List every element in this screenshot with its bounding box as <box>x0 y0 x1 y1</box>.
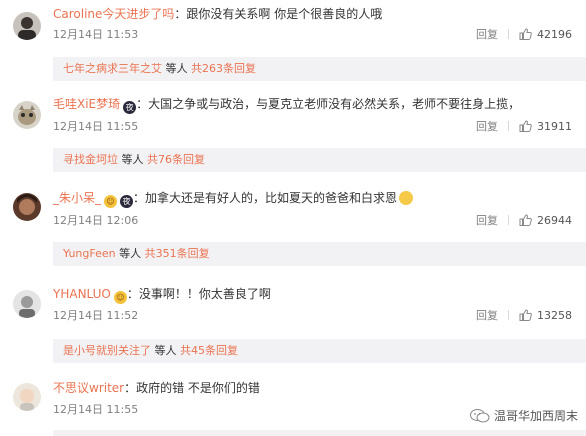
avatar[interactable] <box>13 101 41 129</box>
comment-actions: 回复 31911 <box>476 120 572 134</box>
comment-time: 12月14日 11:52 <box>53 309 139 322</box>
comment-username[interactable]: 不思议writer <box>53 381 124 395</box>
comment-time: 12月14日 12:06 <box>53 214 139 227</box>
comment-text: ：跟你没有关系啊 你是个很善良的人哦 <box>174 7 383 21</box>
comment-text: ：没事啊！！你太善良了啊 <box>126 287 271 301</box>
reply-summary[interactable]: YungFeen 等人 共351条回复 <box>53 242 586 266</box>
comment-actions: 回复 13258 <box>476 309 572 323</box>
like-button[interactable]: 42196 <box>519 28 572 41</box>
comment-username[interactable]: 毛哇XiE梦琦 <box>53 97 120 111</box>
member-badge-icon: 夜 <box>120 195 134 208</box>
reply-button[interactable]: 回复 <box>476 28 498 41</box>
comment-time: 12月14日 11:55 <box>53 120 139 133</box>
action-divider <box>508 29 509 39</box>
watermark: 温哥华加西周末 <box>469 407 578 424</box>
thumbs-up-icon <box>519 28 532 40</box>
vip-face-badge-icon: ☺ <box>104 195 118 208</box>
avatar[interactable] <box>13 12 41 40</box>
member-badge-icon: 夜 <box>123 101 137 114</box>
reply-summary[interactable]: 寻找金坷垃 等人 共76条回复 <box>53 148 586 172</box>
comment-line: 毛哇XiE梦琦夜：大国之争或与政治，与夏克立老师没有必然关系，老师不要往身上揽， <box>53 96 520 114</box>
comment-time: 12月14日 11:55 <box>53 403 139 416</box>
avatar[interactable] <box>13 383 41 411</box>
comment-line: _朱小呆_ ☺ 夜：加拿大还是有好人的，比如夏天的爸爸和白求恩 <box>53 190 414 208</box>
reply-summary[interactable]: 七年之病求三年之艾 等人 共263条回复 <box>53 57 586 81</box>
action-divider <box>508 310 509 320</box>
comment-actions: 回复 42196 <box>476 28 572 42</box>
reply-summary-user[interactable]: 寻找金坷垃 <box>63 153 118 166</box>
comment-line: YHANLUO ☺ ：没事啊！！你太善良了啊 <box>53 286 271 304</box>
like-count: 42196 <box>537 28 572 41</box>
reply-summary-text: 等人 <box>151 344 180 357</box>
reply-button[interactable]: 回复 <box>476 214 498 227</box>
reply-summary-text: 等人 <box>162 62 191 75</box>
comment-text: ：加拿大还是有好人的，比如夏天的爸爸和白求恩 <box>133 191 398 205</box>
reply-summary[interactable]: 是小号就别关注了 等人 共45条回复 <box>53 339 586 363</box>
reply-summary-count[interactable]: 共351条回复 <box>145 247 210 260</box>
like-button[interactable]: 13258 <box>519 309 572 322</box>
comment-text: ：大国之争或与政治，与夏克立老师没有必然关系，老师不要往身上揽， <box>136 97 521 111</box>
like-count: 26944 <box>537 214 572 227</box>
comment-username[interactable]: YHANLUO <box>53 287 111 301</box>
comment-line: Caroline今天进步了吗：跟你没有关系啊 你是个很善良的人哦 <box>53 6 382 22</box>
reply-summary-user[interactable]: 七年之病求三年之艾 <box>63 62 162 75</box>
wechat-icon <box>469 409 490 423</box>
reply-summary-user[interactable]: 是小号就别关注了 <box>63 344 151 357</box>
like-count: 31911 <box>537 120 572 133</box>
like-count: 13258 <box>537 309 572 322</box>
reply-summary-count[interactable]: 共45条回复 <box>180 344 238 357</box>
comment-time: 12月14日 11:53 <box>53 28 139 41</box>
reply-summary-text: 等人 <box>118 153 147 166</box>
reply-summary-user[interactable]: YungFeen <box>63 247 116 260</box>
comment-line: 不思议writer：政府的错 不是你们的错 <box>53 380 260 396</box>
reply-button[interactable]: 回复 <box>476 120 498 133</box>
reply-summary-text: 等人 <box>115 247 145 260</box>
grin-emoji-icon <box>399 191 414 205</box>
thumbs-up-icon <box>519 120 532 132</box>
vip-face-badge-icon: ☺ <box>113 291 127 304</box>
avatar[interactable] <box>13 290 41 318</box>
like-button[interactable]: 26944 <box>519 214 572 227</box>
like-button[interactable]: 31911 <box>519 120 572 133</box>
action-divider <box>508 215 509 225</box>
comment-text: ：政府的错 不是你们的错 <box>124 381 260 395</box>
thumbs-up-icon <box>519 214 532 226</box>
reply-summary-count[interactable]: 共263条回复 <box>191 62 256 75</box>
comment-username[interactable]: Caroline今天进步了吗 <box>53 7 174 21</box>
comment-username[interactable]: _朱小呆_ <box>53 191 101 205</box>
reply-button[interactable]: 回复 <box>476 309 498 322</box>
avatar[interactable] <box>13 193 41 221</box>
comment-actions: 回复 26944 <box>476 214 572 228</box>
watermark-text: 温哥华加西周末 <box>493 409 578 423</box>
action-divider <box>508 121 509 131</box>
reply-summary-count[interactable]: 共76条回复 <box>147 153 205 166</box>
reply-summary[interactable] <box>53 430 586 436</box>
thumbs-up-icon <box>519 309 532 321</box>
